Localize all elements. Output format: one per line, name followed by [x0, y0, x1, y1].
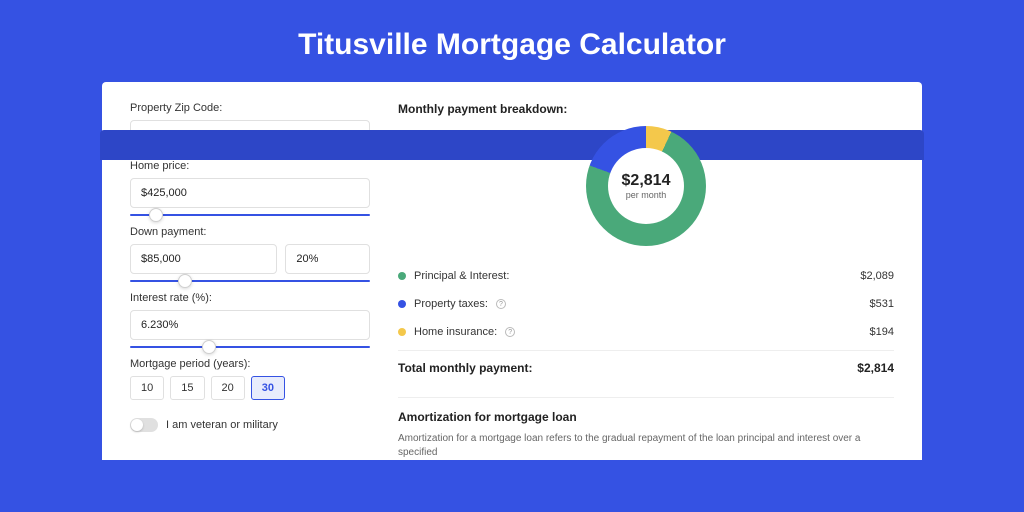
donut-center: $2,814 per month	[622, 172, 671, 200]
dot-icon	[398, 328, 406, 336]
home-price-input[interactable]	[130, 178, 370, 208]
card-shadow	[100, 130, 924, 160]
down-payment-amount-input[interactable]	[130, 244, 277, 274]
veteran-toggle[interactable]	[130, 418, 158, 432]
interest-rate-slider[interactable]	[130, 346, 370, 348]
total-value: $2,814	[857, 361, 894, 375]
legend-label: Property taxes:	[414, 298, 488, 310]
breakdown-title: Monthly payment breakdown:	[398, 102, 894, 116]
dot-icon	[398, 300, 406, 308]
total-label: Total monthly payment:	[398, 361, 532, 375]
total-row: Total monthly payment: $2,814	[398, 350, 894, 385]
period-option-15[interactable]: 15	[170, 376, 204, 400]
down-payment-percent-input[interactable]	[285, 244, 370, 274]
help-icon[interactable]: ?	[505, 327, 515, 337]
veteran-label: I am veteran or military	[166, 419, 278, 431]
amortization-text: Amortization for a mortgage loan refers …	[398, 432, 894, 460]
legend-value: $2,089	[860, 270, 894, 282]
home-price-label: Home price:	[130, 160, 370, 172]
legend-principal-interest: Principal & Interest: $2,089	[398, 262, 894, 290]
dot-icon	[398, 272, 406, 280]
legend-property-taxes: Property taxes: ? $531	[398, 290, 894, 318]
veteran-row: I am veteran or military	[130, 418, 370, 432]
legend-home-insurance: Home insurance: ? $194	[398, 318, 894, 346]
slider-thumb[interactable]	[149, 208, 163, 222]
legend-value: $194	[870, 326, 894, 338]
legend-label: Home insurance:	[414, 326, 497, 338]
slider-thumb[interactable]	[202, 340, 216, 354]
legend-value: $531	[870, 298, 894, 310]
interest-rate-label: Interest rate (%):	[130, 292, 370, 304]
legend-label: Principal & Interest:	[414, 270, 509, 282]
page-title: Titusville Mortgage Calculator	[0, 0, 1024, 82]
donut-per-month-label: per month	[622, 190, 671, 200]
period-option-10[interactable]: 10	[130, 376, 164, 400]
amortization-title: Amortization for mortgage loan	[398, 410, 894, 424]
amortization-section: Amortization for mortgage loan Amortizat…	[398, 397, 894, 460]
home-price-slider[interactable]	[130, 214, 370, 216]
slider-thumb[interactable]	[178, 274, 192, 288]
period-label: Mortgage period (years):	[130, 358, 370, 370]
period-option-30[interactable]: 30	[251, 376, 285, 400]
donut-amount: $2,814	[622, 172, 671, 190]
down-payment-slider[interactable]	[130, 280, 370, 282]
period-option-20[interactable]: 20	[211, 376, 245, 400]
down-payment-label: Down payment:	[130, 226, 370, 238]
help-icon[interactable]: ?	[496, 299, 506, 309]
interest-rate-input[interactable]	[130, 310, 370, 340]
donut-chart: $2,814 per month	[586, 126, 706, 246]
zip-label: Property Zip Code:	[130, 102, 370, 114]
period-options: 10 15 20 30	[130, 376, 370, 400]
